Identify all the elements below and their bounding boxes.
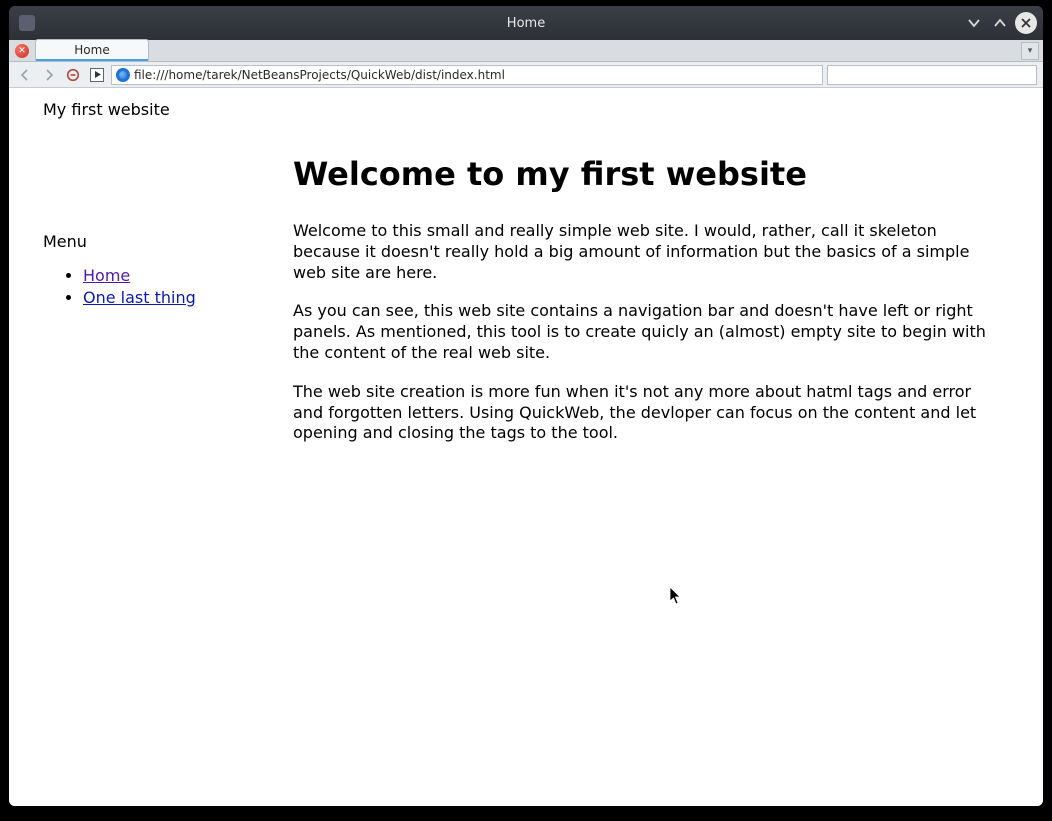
back-button[interactable] (15, 65, 35, 85)
window-title: Home (507, 16, 545, 31)
page-viewport[interactable]: My first website Menu Home One last thin… (9, 88, 1043, 806)
tabs-dropdown-button[interactable]: ▾ (1021, 42, 1039, 60)
navigation-bar: file:///home/tarek/NetBeansProjects/Quic… (9, 62, 1043, 88)
play-icon (90, 68, 104, 82)
tab-active-indicator (36, 59, 148, 61)
tab-label: Home (74, 43, 109, 57)
tab-home[interactable]: Home (35, 39, 149, 61)
paragraph: As you can see, this web site contains a… (293, 301, 993, 363)
page-heading: Welcome to my first website (293, 155, 993, 193)
page-content: My first website Menu Home One last thin… (9, 88, 1043, 482)
search-bar[interactable] (827, 65, 1037, 85)
close-tab-button[interactable]: ✕ (13, 42, 31, 60)
paragraph: The web site creation is more fun when i… (293, 382, 993, 444)
nav-list: Home One last thing (43, 265, 253, 308)
list-item: Home (83, 265, 253, 287)
maximize-button[interactable] (989, 12, 1011, 34)
close-button[interactable] (1015, 12, 1037, 34)
mouse-cursor-icon (669, 586, 683, 606)
sidebar: Menu Home One last thing (43, 137, 253, 462)
paragraph: Welcome to this small and really simple … (293, 221, 993, 283)
tab-strip: ✕ Home ▾ (9, 40, 1043, 62)
titlebar[interactable]: Home (9, 6, 1043, 40)
app-icon (19, 15, 35, 31)
stop-button[interactable] (63, 65, 83, 85)
reload-button[interactable] (87, 65, 107, 85)
main-content: Welcome to my first website Welcome to t… (293, 137, 993, 462)
close-icon: ✕ (15, 44, 29, 58)
app-window: Home ✕ Home ▾ (9, 6, 1043, 806)
browser-chrome: ✕ Home ▾ (9, 40, 1043, 806)
site-title: My first website (43, 100, 1009, 119)
forward-button[interactable] (39, 65, 59, 85)
globe-icon (116, 68, 130, 82)
url-bar[interactable]: file:///home/tarek/NetBeansProjects/Quic… (111, 65, 823, 85)
menu-heading: Menu (43, 232, 253, 251)
minimize-button[interactable] (963, 12, 985, 34)
url-text: file:///home/tarek/NetBeansProjects/Quic… (134, 68, 505, 82)
nav-link-home[interactable]: Home (83, 266, 130, 285)
list-item: One last thing (83, 287, 253, 309)
nav-link-one-last-thing[interactable]: One last thing (83, 288, 196, 307)
